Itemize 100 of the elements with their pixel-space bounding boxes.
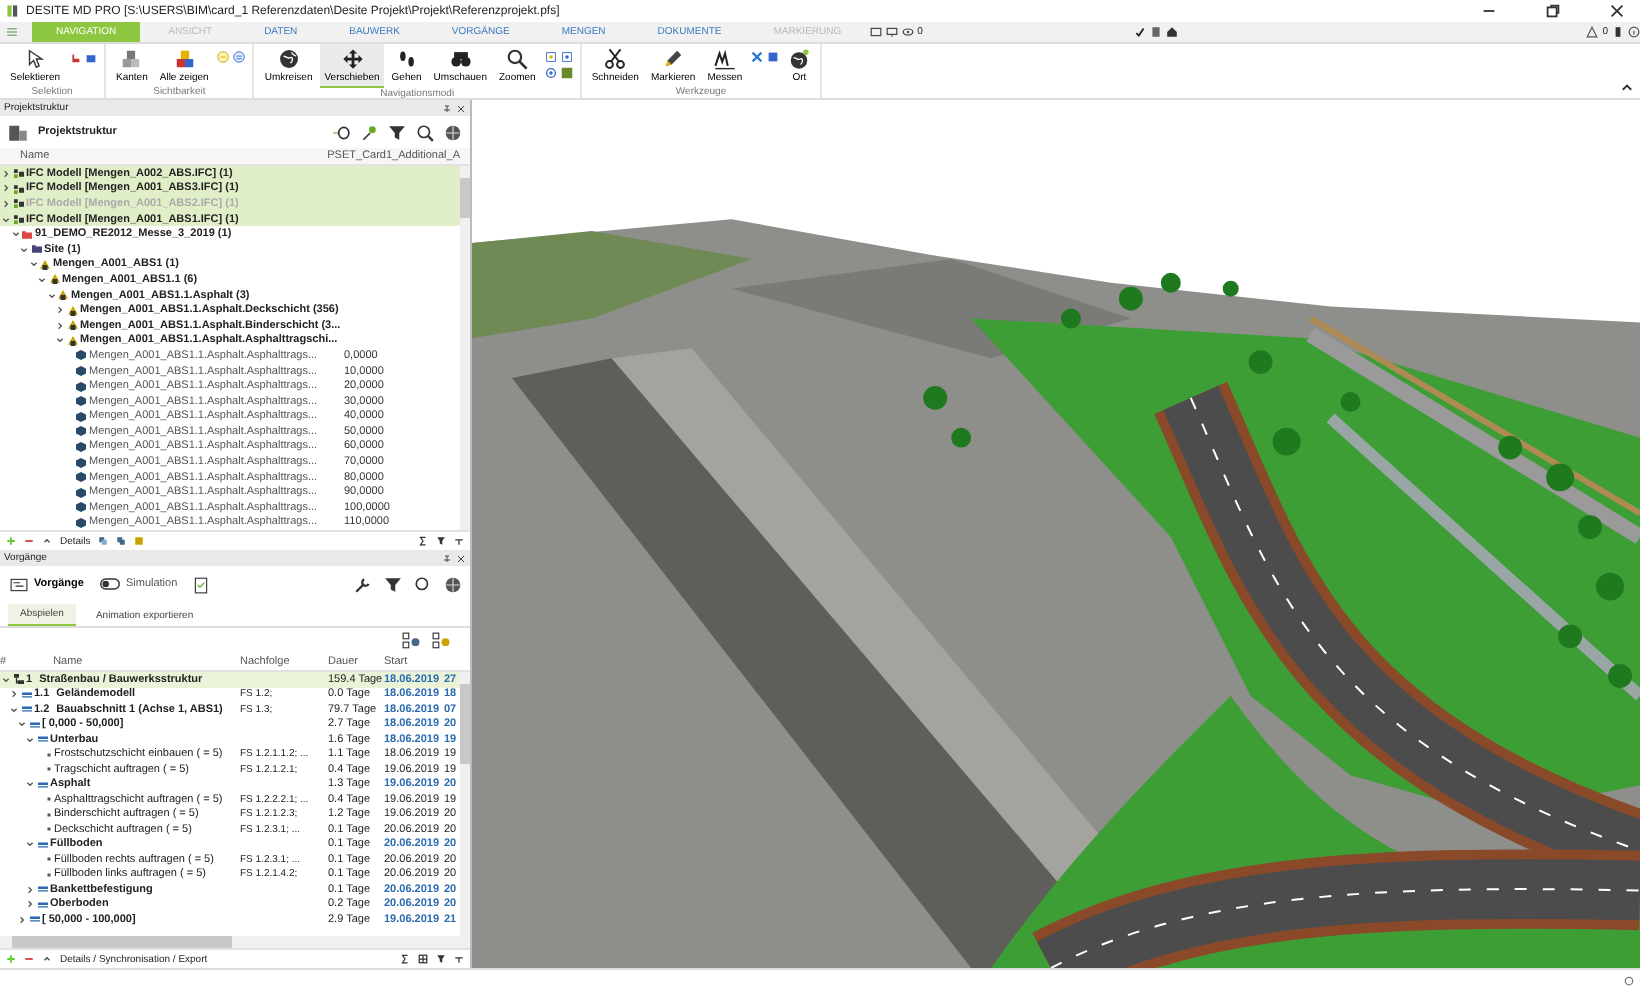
close-icon[interactable] xyxy=(456,103,466,113)
scissors-icon xyxy=(604,48,627,70)
model-icon xyxy=(13,198,23,209)
expand-toggle[interactable] xyxy=(26,885,34,894)
expand-toggle[interactable] xyxy=(18,915,26,924)
globe-grid-icon[interactable] xyxy=(444,575,462,593)
sum-icon[interactable] xyxy=(400,954,410,964)
expand-toggle[interactable] xyxy=(2,184,10,193)
switch-icon xyxy=(99,578,120,590)
grid-icon[interactable] xyxy=(418,954,428,964)
caret-icon xyxy=(42,954,52,964)
summary-task-icon xyxy=(37,899,47,910)
pin-icon[interactable] xyxy=(442,553,452,563)
summary-task-icon xyxy=(29,719,39,730)
building-icon xyxy=(8,122,28,142)
measure-icon xyxy=(713,48,736,70)
expand-toggle[interactable] xyxy=(10,690,18,699)
model-icon xyxy=(13,168,23,179)
task-bullet-icon xyxy=(45,856,51,863)
document-icon[interactable] xyxy=(1150,26,1163,38)
filter-icon[interactable] xyxy=(384,575,402,593)
pen-icon xyxy=(662,48,685,70)
filter-icon[interactable] xyxy=(436,536,446,546)
expand-toggle[interactable] xyxy=(56,306,64,315)
task-bullet-icon xyxy=(45,871,51,878)
app-logo-icon xyxy=(6,4,20,18)
summary-task-icon xyxy=(21,704,31,715)
horizontal-scrollbar[interactable] xyxy=(0,936,470,948)
wrench-icon[interactable] xyxy=(354,575,372,593)
link-objects-icon[interactable] xyxy=(432,632,450,650)
summary-task-icon xyxy=(37,839,47,850)
footprints-icon xyxy=(395,48,418,70)
target-icon[interactable] xyxy=(543,66,558,80)
view-cube-icon[interactable] xyxy=(559,50,574,64)
model-icon xyxy=(13,214,23,225)
task-bullet-icon xyxy=(45,826,51,833)
resize-grip-icon[interactable] xyxy=(1624,975,1634,985)
expand-toggle[interactable] xyxy=(2,169,10,178)
scrollbar[interactable] xyxy=(460,672,470,936)
eye-icon[interactable] xyxy=(901,26,914,38)
task-bullet-icon xyxy=(45,796,51,803)
part-icon xyxy=(67,320,77,331)
project-icon xyxy=(22,229,32,240)
search-icon xyxy=(506,48,529,70)
move-arrows-icon xyxy=(341,48,364,70)
link-icon[interactable] xyxy=(116,536,127,546)
expand-toggle[interactable] xyxy=(47,291,55,300)
task-bullet-icon xyxy=(45,751,51,758)
pin-marker-icon[interactable] xyxy=(360,123,378,141)
part-icon xyxy=(58,290,68,301)
expand-toggle[interactable] xyxy=(26,900,34,909)
remove-icon[interactable] xyxy=(24,954,34,964)
expand-toggle[interactable] xyxy=(29,260,37,269)
home-icon[interactable] xyxy=(1166,26,1179,38)
expand-toggle[interactable] xyxy=(11,230,19,239)
clipboard-icon[interactable] xyxy=(1612,26,1624,38)
toggle-icon[interactable] xyxy=(332,123,350,141)
restore-icon[interactable] xyxy=(1544,2,1562,20)
summary-task-icon xyxy=(37,779,47,790)
part-icon xyxy=(67,335,77,346)
caret-icon xyxy=(42,536,52,546)
hierarchy-icon xyxy=(13,674,23,685)
part-icon xyxy=(67,305,77,316)
expand-toggle[interactable] xyxy=(56,321,64,330)
summary-task-icon xyxy=(29,914,39,925)
task-bullet-icon xyxy=(45,811,51,818)
link-icon[interactable] xyxy=(98,536,109,546)
check-icon[interactable] xyxy=(1134,26,1147,38)
timeline-icon xyxy=(10,575,28,593)
filter-icon[interactable] xyxy=(388,123,406,141)
globe-icon xyxy=(277,48,300,70)
part-icon xyxy=(49,274,59,285)
folder-icon xyxy=(31,244,41,255)
globe-icon xyxy=(788,48,811,70)
part-icon xyxy=(40,259,50,270)
monitor-icon[interactable] xyxy=(885,26,898,38)
info-icon[interactable] xyxy=(1628,26,1640,38)
summary-task-icon xyxy=(37,884,47,895)
binoculars-icon xyxy=(449,48,472,70)
globe-grid-icon[interactable] xyxy=(444,123,462,141)
close-icon[interactable] xyxy=(456,553,466,563)
equals-circle-icon[interactable] xyxy=(232,50,247,64)
task-bullet-icon xyxy=(45,766,51,773)
view-cube-icon[interactable] xyxy=(543,50,558,64)
collapse-ribbon-icon[interactable] xyxy=(1620,80,1634,94)
cursor-icon xyxy=(24,48,46,70)
window-icon[interactable] xyxy=(869,26,882,38)
clipboard-icon[interactable] xyxy=(191,575,210,593)
warning-icon[interactable] xyxy=(1586,26,1599,38)
summary-task-icon xyxy=(37,734,47,745)
scrollbar[interactable] xyxy=(460,166,470,530)
summary-task-icon xyxy=(21,689,31,700)
filter-icon[interactable] xyxy=(436,954,446,964)
pin-icon[interactable] xyxy=(442,103,452,113)
pin-icon[interactable] xyxy=(454,536,464,546)
link-objects-icon[interactable] xyxy=(402,632,420,650)
remove-icon[interactable] xyxy=(24,536,34,546)
close-icon[interactable] xyxy=(1608,2,1626,20)
pin-icon[interactable] xyxy=(454,954,464,964)
sum-icon[interactable] xyxy=(418,536,428,546)
